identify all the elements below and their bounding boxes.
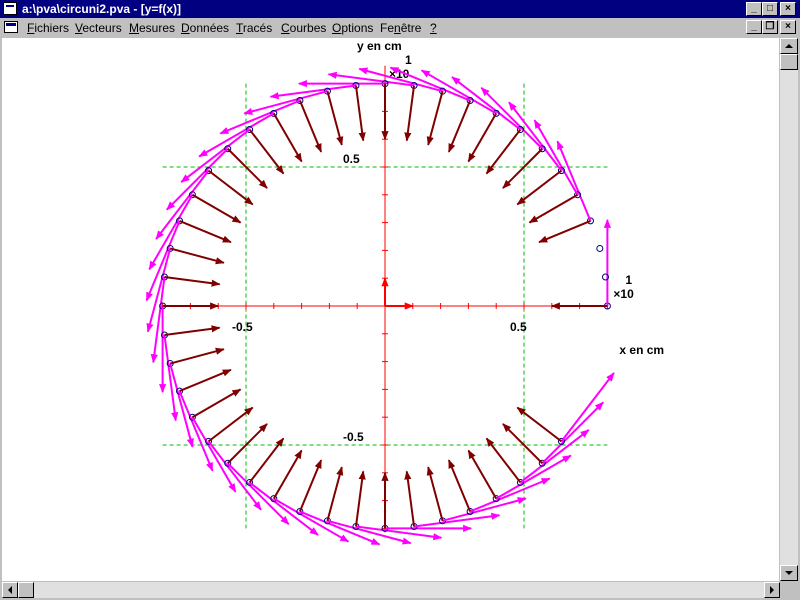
y-tick-label: 0.5 [343, 152, 360, 166]
acceleration-vector [179, 219, 232, 244]
acceleration-vector [179, 368, 232, 393]
acceleration-vector [502, 423, 543, 464]
menu-fichiers[interactable]: Fichiers [27, 21, 69, 35]
menu-fichiers-rest: ichiers [34, 21, 70, 35]
velocity-vector [519, 429, 590, 484]
menu-fenetre[interactable]: Fenêtre [380, 21, 421, 35]
scroll-left-button[interactable] [2, 582, 18, 598]
trajectory-plot: -0.5 0.5-0.50.5y en cm1×101×10x en cm [145, 39, 664, 546]
y-scale-exponent: 1 [405, 53, 412, 67]
menu-options[interactable]: Options [332, 21, 373, 35]
velocity-vector [508, 101, 563, 172]
mdi-close-button[interactable]: × [780, 20, 796, 34]
velocity-vector [198, 112, 275, 158]
menu-vecteurs[interactable]: Vecteurs [75, 21, 122, 35]
scroll-right-button[interactable] [764, 582, 780, 598]
acceleration-vector [404, 470, 416, 527]
menu-mesures[interactable]: Mesures [129, 21, 175, 35]
acceleration-vector [298, 459, 323, 512]
close-button[interactable]: × [780, 2, 796, 16]
velocity-vector [178, 390, 214, 472]
acceleration-vector [354, 470, 366, 527]
mdi-restore-button[interactable]: ❐ [762, 20, 778, 34]
acceleration-vector [298, 100, 323, 153]
arrow-left-icon [8, 586, 12, 594]
acceleration-vector [528, 193, 579, 224]
trajectory-point [596, 244, 604, 252]
menu-courbes[interactable]: Courbes [281, 21, 326, 35]
acceleration-vector [426, 90, 444, 146]
horizontal-scrollbar[interactable] [2, 582, 780, 598]
x-tick-label: 0.5 [510, 320, 527, 334]
acceleration-vector [272, 449, 303, 500]
velocity-vector [219, 99, 301, 135]
acceleration-vector [538, 219, 591, 244]
menu-bar: Fichiers Vecteurs Mesures Données Tracés… [0, 18, 800, 37]
velocity-vector [180, 128, 251, 183]
close-icon: × [785, 3, 791, 14]
scrollbar-corner [780, 582, 798, 598]
x-tick-label: -0.5 [232, 320, 253, 334]
acceleration-vector [467, 449, 498, 500]
minimize-icon: _ [751, 21, 757, 32]
arrow-down-icon [785, 571, 793, 575]
acceleration-vector [447, 459, 472, 512]
acceleration-vector [169, 247, 225, 265]
scroll-thumb-horizontal[interactable] [18, 582, 34, 598]
velocity-vector [191, 416, 237, 493]
arrow-right-icon [770, 586, 774, 594]
velocity-vector [533, 119, 579, 196]
arrow-up-icon [785, 44, 793, 48]
acceleration-vector [426, 466, 444, 522]
scroll-up-button[interactable] [780, 38, 798, 54]
x-scale-exponent: 1 [625, 273, 632, 287]
acceleration-vector [326, 90, 344, 146]
acceleration-vector [191, 193, 242, 224]
minimize-button[interactable]: _ [746, 2, 762, 16]
velocity-vector [495, 454, 572, 500]
velocity-vector [207, 440, 262, 511]
velocity-vector [556, 140, 592, 222]
x-axis-label: x en cm [619, 343, 664, 357]
acceleration-vector [447, 100, 472, 153]
acceleration-vector [326, 466, 344, 522]
menu-traces[interactable]: Tracés [236, 21, 272, 35]
mdi-minimize-button[interactable]: _ [746, 20, 762, 34]
app-icon[interactable] [3, 2, 17, 15]
acceleration-vector [164, 275, 221, 287]
window-title: a:\pva\circuni2.pva - [y=f(x)] [22, 2, 182, 16]
y-axis-label: y en cm [357, 39, 402, 53]
maximize-button[interactable]: □ [762, 2, 778, 16]
maximize-icon: □ [766, 3, 774, 14]
vertical-scrollbar[interactable] [780, 38, 798, 581]
menu-donnees[interactable]: Données [181, 21, 229, 35]
close-icon: × [785, 21, 791, 32]
scroll-thumb[interactable] [780, 54, 798, 70]
document-window-icon[interactable] [4, 21, 18, 33]
menu-help[interactable]: ? [430, 21, 437, 35]
velocity-vector [469, 477, 551, 513]
acceleration-vector [169, 347, 225, 365]
restore-icon: ❐ [765, 21, 775, 32]
minimize-icon: _ [751, 3, 757, 14]
acceleration-vector [404, 85, 416, 142]
x-scale-label: ×10 [613, 287, 634, 301]
plot-area[interactable]: -0.5 0.5 -0.5 0.5 y en cm 1 ×10 1 ×10 x en cm [2, 38, 779, 581]
acceleration-vector [502, 148, 543, 189]
acceleration-vector [164, 325, 221, 337]
acceleration-vector [227, 148, 268, 189]
title-bar: a:\pva\circuni2.pva - [y=f(x)] _ □ × [0, 0, 800, 18]
y-tick-label: -0.5 [343, 430, 364, 444]
scroll-down-button[interactable] [780, 565, 798, 581]
acceleration-vector [272, 112, 303, 163]
acceleration-vector [191, 388, 242, 419]
acceleration-vector [227, 423, 268, 464]
acceleration-vector [467, 112, 498, 163]
acceleration-vector [354, 85, 366, 142]
